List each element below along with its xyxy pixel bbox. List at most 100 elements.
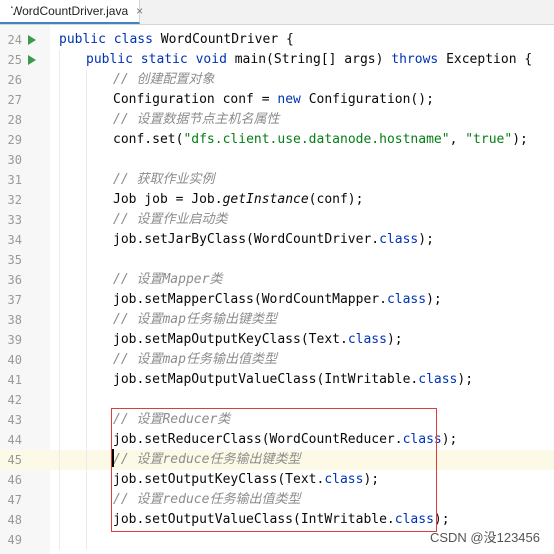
indent-guide [86, 530, 87, 550]
line-number: 30 [7, 153, 22, 167]
line-number: 40 [7, 353, 22, 367]
code-line[interactable]: 33 // 设置作业启动类 [0, 210, 554, 230]
indent-guide [59, 250, 60, 270]
line-number: 34 [7, 233, 22, 247]
indent-guide [59, 150, 60, 170]
indent-guide [86, 390, 87, 410]
code-line[interactable]: 41 job.setMapOutputValueClass(IntWritable… [0, 370, 554, 390]
indent-guide [59, 530, 60, 550]
indent-guide [86, 130, 87, 150]
line-number: 32 [7, 193, 22, 207]
code-line[interactable]: 42 [0, 390, 554, 410]
code-text: // 设置map任务输出值类型 [113, 352, 277, 367]
code-line[interactable]: 35 [0, 250, 554, 270]
code-line[interactable]: 32 Job job = Job.getInstance(conf); [0, 190, 554, 210]
code-text: public class WordCountDriver { [59, 32, 294, 47]
line-number: 28 [7, 113, 22, 127]
indent-guide [59, 170, 60, 190]
editor-tab-bar: WordCountDriver.java × [0, 0, 554, 25]
line-number: 41 [7, 373, 22, 387]
indent-guide [59, 350, 60, 370]
indent-guide [86, 350, 87, 370]
indent-guide [86, 430, 87, 450]
indent-guide [59, 270, 60, 290]
indent-guide [86, 290, 87, 310]
code-line[interactable]: 40 // 设置map任务输出值类型 [0, 350, 554, 370]
indent-guide [86, 190, 87, 210]
line-number: 27 [7, 93, 22, 107]
indent-guide [86, 510, 87, 530]
tab-title: WordCountDriver.java [11, 4, 129, 18]
code-text: job.setJarByClass(WordCountDriver.class)… [113, 232, 434, 247]
code-line[interactable]: 37 job.setMapperClass(WordCountMapper.cla… [0, 290, 554, 310]
indent-guide [59, 330, 60, 350]
watermark: CSDN @没123456 [429, 530, 540, 545]
line-number: 37 [7, 293, 22, 307]
line-number: 45 [7, 453, 22, 467]
indent-guide [59, 70, 60, 90]
run-icon[interactable] [28, 55, 36, 65]
indent-guide [86, 310, 87, 330]
indent-guide [86, 110, 87, 130]
indent-guide [59, 430, 60, 450]
code-line[interactable]: 26 // 创建配置对象 [0, 70, 554, 90]
code-line[interactable]: 34 job.setJarByClass(WordCountDriver.clas… [0, 230, 554, 250]
code-text: // 设置map任务输出键类型 [113, 312, 277, 327]
indent-guide [86, 450, 87, 470]
indent-guide [86, 170, 87, 190]
line-number: 31 [7, 173, 22, 187]
line-number: 36 [7, 273, 22, 287]
code-text: conf.set("dfs.client.use.datanode.hostna… [113, 132, 528, 147]
indent-guide [59, 230, 60, 250]
code-text: // 设置Mapper类 [113, 272, 223, 287]
line-number: 24 [7, 33, 22, 47]
code-line[interactable]: 24 public class WordCountDriver { [0, 30, 554, 50]
code-line[interactable]: 31 // 获取作业实例 [0, 170, 554, 190]
code-text: job.setMapOutputKeyClass(Text.class); [113, 332, 403, 347]
code-text: // 设置数据节点主机名属性 [113, 112, 280, 127]
line-number: 42 [7, 393, 22, 407]
indent-guide [59, 470, 60, 490]
indent-guide [86, 70, 87, 90]
line-number: 48 [7, 513, 22, 527]
indent-guide [86, 470, 87, 490]
indent-guide [86, 370, 87, 390]
run-icon[interactable] [28, 35, 36, 45]
indent-guide [86, 250, 87, 270]
indent-guide [59, 290, 60, 310]
text-caret [112, 449, 114, 467]
code-text: Job job = Job.getInstance(conf); [113, 192, 364, 207]
code-text: // 获取作业实例 [113, 172, 215, 187]
line-number: 29 [7, 133, 22, 147]
highlight-box [111, 408, 437, 532]
line-number: 33 [7, 213, 22, 227]
code-text: // 创建配置对象 [113, 72, 215, 87]
indent-guide [59, 210, 60, 230]
indent-guide [59, 370, 60, 390]
code-line[interactable]: 38 // 设置map任务输出键类型 [0, 310, 554, 330]
line-number: 44 [7, 433, 22, 447]
indent-guide [59, 390, 60, 410]
code-text: Configuration conf = new Configuration()… [113, 92, 434, 107]
indent-guide [86, 270, 87, 290]
close-icon[interactable]: × [136, 4, 143, 18]
line-number: 43 [7, 413, 22, 427]
indent-guide [59, 110, 60, 130]
line-number: 25 [7, 53, 22, 67]
code-line[interactable]: 36 // 设置Mapper类 [0, 270, 554, 290]
code-line[interactable]: 29 conf.set("dfs.client.use.datanode.host… [0, 130, 554, 150]
indent-guide [59, 50, 60, 70]
line-number: 39 [7, 333, 22, 347]
code-text: public static void main(String[] args) t… [86, 52, 533, 67]
code-line[interactable]: 39 job.setMapOutputKeyClass(Text.class); [0, 330, 554, 350]
code-line[interactable]: 28 // 设置数据节点主机名属性 [0, 110, 554, 130]
code-line[interactable]: 30 [0, 150, 554, 170]
indent-guide [86, 210, 87, 230]
line-number: 47 [7, 493, 22, 507]
code-line[interactable]: 25 public static void main(String[] args)… [0, 50, 554, 70]
code-line[interactable]: 27 Configuration conf = new Configuration… [0, 90, 554, 110]
indent-guide [86, 410, 87, 430]
tab-wordcountdriver[interactable]: WordCountDriver.java × [0, 0, 143, 24]
code-text: job.setMapOutputValueClass(IntWritable.c… [113, 372, 474, 387]
indent-guide [86, 90, 87, 110]
